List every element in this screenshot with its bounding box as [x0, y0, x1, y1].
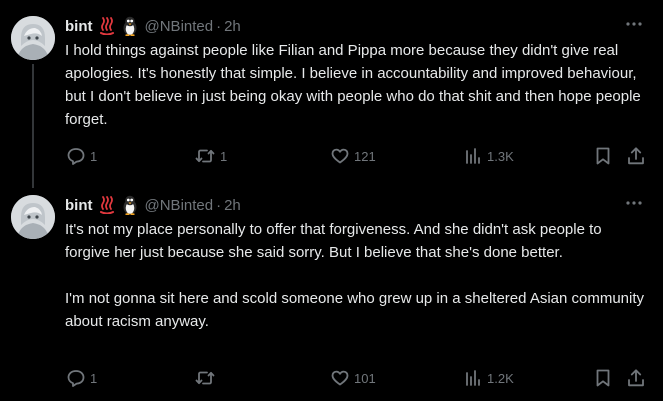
- repost-count: 1: [220, 148, 228, 164]
- tweet-text: It's not my place personally to offer th…: [65, 221, 645, 330]
- avatar[interactable]: [11, 195, 55, 239]
- views-button[interactable]: 1.3K: [463, 145, 514, 167]
- timestamp[interactable]: 2h: [224, 18, 241, 35]
- reply-count: 1: [90, 148, 98, 164]
- reply-button[interactable]: 1: [66, 145, 97, 167]
- bookmark-icon: [596, 369, 610, 387]
- views-button[interactable]: 1.2K: [463, 367, 514, 389]
- avatar-image: [11, 195, 55, 239]
- bookmark-button[interactable]: [594, 145, 612, 167]
- penguin-emoji-icon: [121, 16, 139, 36]
- display-name[interactable]: bint: [65, 197, 93, 214]
- share-button[interactable]: [626, 367, 646, 389]
- repost-button[interactable]: [194, 367, 220, 389]
- share-button[interactable]: [626, 145, 646, 167]
- reply-icon: [67, 370, 85, 387]
- timestamp[interactable]: 2h: [224, 197, 241, 214]
- share-icon: [628, 369, 644, 387]
- like-button[interactable]: 121: [330, 145, 376, 167]
- view-count: 1.2K: [487, 370, 514, 386]
- more-options-icon[interactable]: [623, 14, 645, 34]
- avatar-image: [11, 16, 55, 60]
- tweet-actions: 1 101 1.2K: [0, 367, 663, 389]
- tweet[interactable]: bint @NBinted · 2h: [0, 0, 663, 188]
- tweet-text: I hold things against people like Filian…: [65, 42, 645, 128]
- bookmark-icon: [596, 147, 610, 165]
- heart-icon: [331, 370, 349, 386]
- avatar[interactable]: [11, 16, 55, 60]
- views-chart-icon: [466, 148, 480, 164]
- more-options-icon[interactable]: [623, 193, 645, 213]
- repost-icon: [195, 149, 215, 163]
- hot-springs-emoji-icon: [98, 17, 116, 35]
- hot-springs-emoji-icon: [98, 196, 116, 214]
- tweet[interactable]: bint @NBinted · 2h: [0, 179, 663, 401]
- views-chart-icon: [466, 370, 480, 386]
- repost-icon: [195, 371, 215, 385]
- like-button[interactable]: 101: [330, 367, 376, 389]
- user-handle[interactable]: @NBinted: [145, 18, 214, 35]
- separator-dot: ·: [216, 196, 222, 214]
- like-count: 121: [354, 148, 376, 164]
- reply-button[interactable]: 1: [66, 367, 97, 389]
- like-count: 101: [354, 370, 376, 386]
- user-handle[interactable]: @NBinted: [145, 197, 214, 214]
- heart-icon: [331, 148, 349, 164]
- penguin-emoji-icon: [121, 195, 139, 215]
- repost-button[interactable]: 1: [194, 145, 227, 167]
- thread-connector-line: [32, 64, 34, 188]
- bookmark-button[interactable]: [594, 367, 612, 389]
- reply-count: 1: [90, 370, 98, 386]
- view-count: 1.3K: [487, 148, 514, 164]
- separator-dot: ·: [216, 17, 222, 35]
- share-icon: [628, 147, 644, 165]
- tweet-actions: 1 1 121 1.3K: [0, 145, 663, 167]
- display-name[interactable]: bint: [65, 18, 93, 35]
- reply-icon: [67, 148, 85, 165]
